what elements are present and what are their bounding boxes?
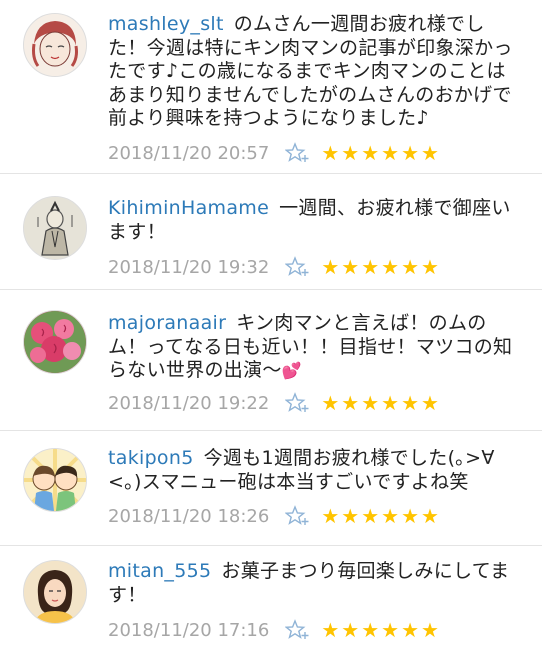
- comment-meta: 2018/11/20 18:26 ★★★★★★: [108, 504, 441, 528]
- add-star-icon: [284, 142, 309, 162]
- avatar[interactable]: [23, 310, 87, 374]
- username-link[interactable]: mashley_slt: [108, 13, 224, 35]
- comment-item: takipon5 今週も1週間お疲れ様でした(｡>∀<｡)スマニュー砲は本当すごい…: [0, 431, 542, 546]
- comment-body: takipon5 今週も1週間お疲れ様でした(｡>∀<｡)スマニュー砲は本当すごい…: [108, 447, 520, 494]
- star-rating: ★★★★★★: [321, 255, 441, 279]
- timestamp: 2018/11/20 19:22: [108, 392, 270, 414]
- comment-item: mitan_555 お菓子まつり毎回楽しみにしてます！ 2018/11/20 17…: [0, 546, 542, 642]
- add-star-button[interactable]: [284, 141, 311, 165]
- add-star-icon: [284, 392, 309, 412]
- avatar-illustration-icon: [24, 14, 86, 76]
- avatar[interactable]: [23, 196, 87, 260]
- heart-emoji: 💕: [281, 361, 302, 380]
- add-star-icon: [284, 505, 309, 525]
- comment-meta: 2018/11/20 19:22 ★★★★★★: [108, 391, 441, 415]
- comment-body: mitan_555 お菓子まつり毎回楽しみにしてます！: [108, 560, 520, 607]
- comment-body: majoranaair キン肉マンと言えば！のムのム！ってなる日も近い！！目指せ！…: [108, 312, 520, 383]
- avatar-cartoon-couple-icon: [24, 449, 86, 511]
- avatar[interactable]: [23, 448, 87, 512]
- add-star-button[interactable]: [284, 255, 311, 279]
- comment-body: KihiminHamame 一週間、お疲れ様で御座います！: [108, 197, 520, 244]
- timestamp: 2018/11/20 19:32: [108, 256, 270, 278]
- avatar-woman-photo-icon: [24, 561, 86, 623]
- add-star-icon: [284, 256, 309, 276]
- avatar[interactable]: [23, 13, 87, 77]
- comment-meta: 2018/11/20 19:32 ★★★★★★: [108, 255, 441, 279]
- comment-body: mashley_slt のムさん一週間お疲れ様でした！今週は特にキン肉マンの記事が…: [108, 13, 520, 131]
- username-link[interactable]: KihiminHamame: [108, 197, 269, 219]
- username-link[interactable]: majoranaair: [108, 312, 226, 334]
- comment-meta: 2018/11/20 17:16 ★★★★★★: [108, 618, 441, 642]
- comment-meta: 2018/11/20 20:57 ★★★★★★: [108, 141, 441, 165]
- star-rating: ★★★★★★: [321, 504, 441, 528]
- avatar[interactable]: [23, 560, 87, 624]
- add-star-button[interactable]: [284, 391, 311, 415]
- star-rating: ★★★★★★: [321, 141, 441, 165]
- timestamp: 2018/11/20 18:26: [108, 505, 270, 527]
- comment-item: mashley_slt のムさん一週間お疲れ様でした！今週は特にキン肉マンの記事が…: [0, 0, 542, 174]
- comment-item: majoranaair キン肉マンと言えば！のムのム！ってなる日も近い！！目指せ！…: [0, 290, 542, 431]
- timestamp: 2018/11/20 17:16: [108, 619, 270, 641]
- add-star-button[interactable]: [284, 504, 311, 528]
- avatar-roses-icon: [24, 311, 86, 373]
- timestamp: 2018/11/20 20:57: [108, 142, 270, 164]
- add-star-button[interactable]: [284, 618, 311, 642]
- avatar-samurai-drawing-icon: [24, 197, 86, 259]
- comment-item: KihiminHamame 一週間、お疲れ様で御座います！ 2018/11/20 …: [0, 174, 542, 290]
- star-rating: ★★★★★★: [321, 618, 441, 642]
- username-link[interactable]: mitan_555: [108, 560, 211, 582]
- add-star-icon: [284, 619, 309, 639]
- username-link[interactable]: takipon5: [108, 447, 194, 469]
- star-rating: ★★★★★★: [321, 391, 441, 415]
